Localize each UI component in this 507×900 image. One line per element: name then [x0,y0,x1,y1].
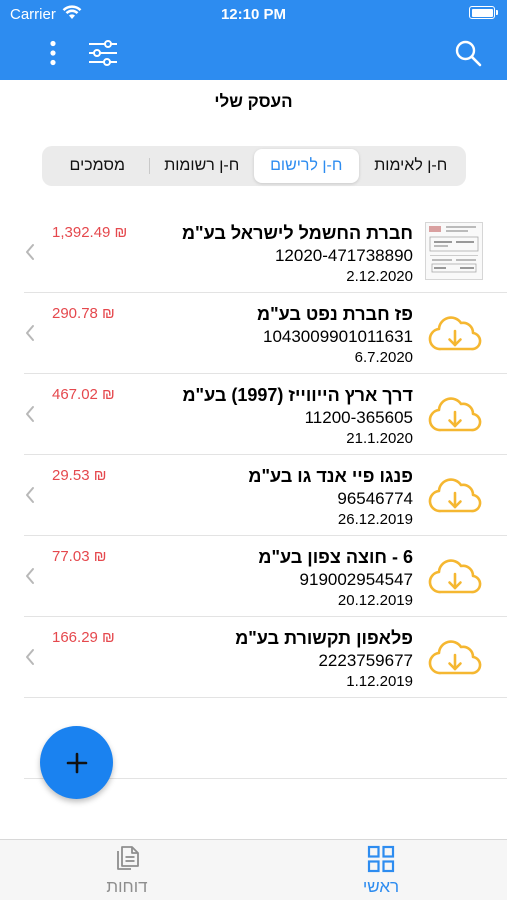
invoice-number: 12020-471738890 [274,246,413,265]
search-icon [455,40,482,67]
invoice-date: 2.12.2020 [346,268,413,285]
chevron-left-icon [26,406,34,422]
battery-icon [469,6,498,19]
tab-main[interactable]: ראשי [321,840,441,900]
top-bar: Carrier 12:10 PM [0,0,507,80]
chevron-left-icon [26,649,34,665]
invoice-amount: 29.53 ₪ [52,467,107,484]
invoice-number: 1043009901011631 [262,327,413,346]
add-button[interactable] [40,726,113,799]
cloud-download-icon[interactable] [425,384,483,442]
sliders-icon [89,40,117,66]
tab-segment-control: ח-ן לאימות ח-ן לרישום ח-ן רשומות מסמכים [42,146,466,186]
invoice-row[interactable]: 6 - חוצה צפון בע"מ 919002954547 20.12.20… [24,536,507,617]
invoice-number: 11200-365605 [304,408,413,427]
tab-reports-label: דוחות [106,877,148,896]
invoice-row[interactable]: פלאפון תקשורת בע"מ 2223759677 1.12.2019 … [24,617,507,698]
tab-reports[interactable]: דוחות [67,840,187,900]
tab-to-register[interactable]: ח-ן לרישום [254,149,359,183]
chevron-left-icon [26,244,34,260]
chevron-left-icon [26,487,34,503]
invoice-row[interactable]: פז חברת נפט בע"מ 1043009901011631 6.7.20… [24,293,507,374]
supplier-name: דרך ארץ הייווייז (1997) בע"מ [182,385,413,405]
invoice-amount: 77.03 ₪ [52,548,107,565]
invoice-date: 1.12.2019 [346,673,413,690]
invoice-amount: 467.02 ₪ [52,386,115,403]
search-button[interactable] [450,36,486,70]
cloud-download-icon[interactable] [425,546,483,604]
more-vertical-icon [50,40,56,66]
invoice-date: 26.12.2019 [337,511,413,528]
status-bar: Carrier 12:10 PM [0,0,507,28]
tab-to-verify[interactable]: ח-ן לאימות [359,149,464,183]
invoice-row[interactable]: חברת החשמל לישראל בע"מ 12020-471738890 2… [24,212,507,293]
invoice-number: 96546774 [337,489,413,508]
invoice-amount: 166.29 ₪ [52,629,115,646]
tab-registered[interactable]: ח-ן רשומות [150,149,255,183]
cloud-download-icon[interactable] [425,465,483,523]
chevron-left-icon [26,568,34,584]
supplier-name: 6 - חוצה צפון בע"מ [258,547,413,567]
documents-icon [117,846,139,870]
invoice-date: 6.7.2020 [354,349,413,366]
invoice-date: 20.12.2019 [337,592,413,609]
clock: 12:10 PM [220,6,287,23]
tab-documents[interactable]: מסמכים [45,149,150,183]
invoice-row[interactable]: דרך ארץ הייווייז (1997) בע"מ 11200-36560… [24,374,507,455]
supplier-name: פלאפון תקשורת בע"מ [235,628,413,648]
supplier-name: פז חברת נפט בע"מ [257,304,413,324]
invoice-number: 2223759677 [318,651,413,670]
supplier-name: חברת החשמל לישראל בע"מ [181,223,413,243]
invoice-list: חברת החשמל לישראל בע"מ 12020-471738890 2… [0,212,507,698]
invoice-amount: 290.78 ₪ [52,305,115,322]
bottom-tab-bar: ראשי דוחות [0,839,507,900]
chevron-left-icon [26,325,34,341]
invoice-row[interactable]: פנגו פיי אנד גו בע"מ 96546774 26.12.2019… [24,455,507,536]
invoice-thumbnail [425,222,483,280]
plus-icon [66,752,87,773]
invoice-image [426,223,482,279]
invoice-number: 919002954547 [299,570,413,589]
supplier-name: פנגו פיי אנד גו בע"מ [248,466,413,486]
cloud-download-icon[interactable] [425,303,483,361]
cloud-download-icon[interactable] [425,627,483,685]
grid-icon [367,845,395,873]
filter-button[interactable] [86,36,120,70]
invoice-amount: 1,392.49 ₪ [52,224,128,241]
tab-main-label: ראשי [362,877,400,896]
page-title: העסק שלי [214,92,293,111]
invoice-date: 21.1.2020 [346,430,413,447]
more-options-button[interactable] [40,36,66,70]
